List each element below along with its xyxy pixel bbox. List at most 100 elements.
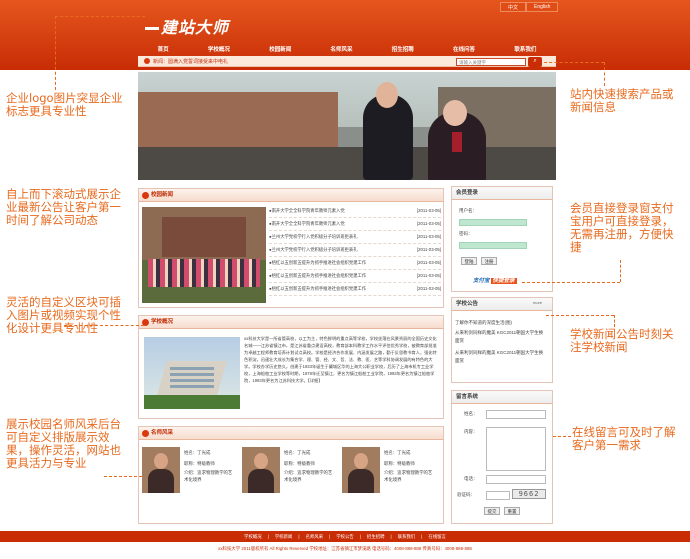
- annotation-line-login-v: [620, 260, 621, 282]
- content-textarea[interactable]: [486, 427, 546, 471]
- teacher-title: 职称：特级教师: [284, 461, 315, 466]
- username-input[interactable]: [459, 219, 527, 226]
- teacher-head: [354, 453, 368, 469]
- about-title-text: 学校概况: [151, 319, 174, 325]
- nav-qa[interactable]: 在线问答: [453, 45, 475, 53]
- photo-building: [162, 217, 246, 257]
- teacher-body: [248, 469, 274, 493]
- footer-sep: |: [421, 534, 423, 539]
- teacher-head: [254, 453, 268, 469]
- campus-image[interactable]: [144, 337, 240, 409]
- captcha-input[interactable]: [486, 491, 510, 500]
- news-item-date: [2011-03-05]: [416, 221, 441, 226]
- list-item[interactable]: 从来利剑同样的魔美 KGC2011朝国大学生换面赏: [455, 329, 545, 345]
- annotation-line-search-v: [604, 62, 605, 86]
- annotation-line-teacher: [104, 476, 142, 477]
- annotation-line-search: [544, 62, 604, 63]
- nav-about[interactable]: 学校概况: [208, 45, 230, 53]
- footer-link-teachers[interactable]: 名师风采: [305, 534, 323, 540]
- submit-button[interactable]: 提交: [484, 507, 500, 515]
- teachers-title-text: 名师风采: [151, 430, 174, 436]
- footer-sep: |: [359, 534, 361, 539]
- annotation-line-logo: [55, 16, 145, 17]
- footer-link-notice[interactable]: 学校公告: [336, 534, 354, 540]
- bullet-icon: [142, 192, 149, 199]
- alipay-tag: 快捷登录: [490, 278, 517, 284]
- campus-windows: [170, 367, 214, 370]
- lang-chinese[interactable]: 中文: [500, 2, 527, 12]
- list-item[interactable]: 从来利剑同样的魔美 KGC2011朝国大学生换面赏: [455, 349, 545, 365]
- annotation-scroll: 自上而下滚动式展示企业最新公告让客户第一时间了解公司动态: [6, 187, 121, 227]
- footer-link-contact[interactable]: 联系我们: [398, 534, 416, 540]
- nav-recruit[interactable]: 招生招聘: [392, 45, 414, 53]
- teachers-panel-title: 名师风采: [139, 427, 443, 440]
- nav-contact[interactable]: 联系我们: [514, 45, 536, 53]
- photo-crowd: [148, 259, 260, 287]
- search-input[interactable]: 请输入关键字: [456, 58, 526, 66]
- about-text: xx科技大学是一所省管高校，以工为主，特色鲜明的重点高等学校，学校坐落在风景秀丽…: [244, 336, 437, 383]
- list-item[interactable]: ●梧红以五创新五提升为抓手推进社会组织党建工作 [2011-03-05]: [269, 257, 441, 270]
- search-button[interactable]: ⌕: [528, 57, 542, 67]
- banner-face-boy: [376, 82, 398, 108]
- banner-ground: [138, 147, 556, 180]
- list-item[interactable]: ●梧红以五创新五提升为抓手推进社会组织党建工作 [2011-03-05]: [269, 270, 441, 283]
- site-logo[interactable]: 建站大师: [145, 14, 229, 38]
- annotation-custom: 灵活的自定义区块可插入图片或视频实现个性化设计更具专业性: [6, 295, 121, 335]
- annotation-teacher: 展示校园名师风采后台可自定义排版展示效果，操作灵活，网站也更具活力与专业: [6, 417, 121, 470]
- news-item-text: ●南开大学全全科学院青年教师元素入党: [269, 208, 345, 213]
- captcha-image[interactable]: 9662: [512, 489, 546, 499]
- annotation-line-custom: [64, 325, 144, 326]
- nav-home[interactable]: 首页: [158, 45, 169, 53]
- username-label: 用户名：: [459, 208, 477, 213]
- footer-link-about[interactable]: 学校概况: [244, 534, 262, 540]
- teacher-title: 职称：特级教师: [184, 461, 215, 466]
- teacher-intro: 介绍：追求物理教学的艺术化境界: [284, 470, 333, 482]
- news-ticker[interactable]: 圆满入党誓词接受来中电礼: [168, 58, 228, 65]
- annotation-message: 在线留言可及时了解客户第一需求: [572, 425, 676, 452]
- news-item-date: [2011-03-05]: [416, 234, 441, 239]
- password-input[interactable]: [459, 242, 527, 249]
- annotation-logo: 企业logo图片突显企业标志更具专业性: [6, 91, 123, 118]
- list-item[interactable]: ●南开大学全全科学院青年教师元素入党 [2011-03-05]: [269, 205, 441, 218]
- footer-sep: |: [298, 534, 300, 539]
- list-item[interactable]: ●南开大学全全科学院青年教师元素入党 [2011-03-05]: [269, 218, 441, 231]
- list-item[interactable]: ●兰州大学党校学行入党积极分子培训班拒表礼 [2011-03-05]: [269, 244, 441, 257]
- news-item-date: [2011-03-05]: [416, 286, 441, 291]
- name-input[interactable]: [486, 410, 546, 419]
- teacher-body: [348, 469, 374, 493]
- list-item[interactable]: 了解你不知道的深度生活(图): [455, 318, 545, 327]
- phone-input[interactable]: [486, 475, 546, 484]
- teacher-card[interactable]: 姓名：丁光成 职称：特级教师 介绍：追求物理教学的艺术化境界: [342, 447, 442, 495]
- reset-button[interactable]: 重置: [504, 507, 520, 515]
- footer-sep: |: [390, 534, 392, 539]
- teacher-photo: [142, 447, 180, 493]
- annotation-line-logo-v: [55, 16, 56, 90]
- news-photo[interactable]: [142, 207, 266, 303]
- lang-english[interactable]: English: [526, 2, 559, 12]
- list-item[interactable]: ●兰州大学党校学行入党积极分子培训班拒表礼 [2011-03-05]: [269, 231, 441, 244]
- notice-more-link[interactable]: more: [533, 300, 542, 305]
- hero-banner: [138, 72, 556, 180]
- news-item-text: ●梧红以五创新五提升为抓手推进社会组织党建工作: [269, 260, 367, 265]
- captcha-label: 验证码：: [457, 492, 475, 497]
- news-list: ●南开大学全全科学院青年教师元素入党 [2011-03-05] ●南开大学全全科学…: [269, 205, 441, 296]
- page: 中文 English 建站大师 首页 学校概况 校园新闻 名师风采 招生招聘 在…: [0, 0, 690, 559]
- news-title-text: 校园新闻: [151, 192, 174, 198]
- about-panel-title: 学校概况: [139, 316, 443, 329]
- nav-news[interactable]: 校园新闻: [269, 45, 291, 53]
- search-icon: ⌕: [533, 58, 537, 64]
- list-item[interactable]: ●梧红以五创新五提升为抓手推进社会组织党建工作 [2011-03-05]: [269, 283, 441, 296]
- footer-link-news[interactable]: 学校新闻: [275, 534, 293, 540]
- language-switch: 中文 English: [500, 2, 559, 12]
- footer-sep: |: [267, 534, 269, 539]
- alipay-login-button[interactable]: 支付宝 快捷登录: [473, 276, 517, 284]
- news-item-text: ●梧红以五创新五提升为抓手推进社会组织党建工作: [269, 273, 367, 278]
- main-nav: 首页 学校概况 校园新闻 名师风采 招生招聘 在线问答 联系我们: [138, 42, 556, 55]
- news-label: 新闻：: [153, 58, 169, 65]
- register-button[interactable]: 注册: [481, 257, 497, 265]
- nav-teachers[interactable]: 名师风采: [330, 45, 352, 53]
- footer-link-recruit[interactable]: 招生招聘: [367, 534, 385, 540]
- login-button[interactable]: 登陆: [461, 257, 477, 265]
- news-item-text: ●梧红以五创新五提升为抓手推进社会组织党建工作: [269, 286, 367, 291]
- footer-link-message[interactable]: 在线留言: [428, 534, 446, 540]
